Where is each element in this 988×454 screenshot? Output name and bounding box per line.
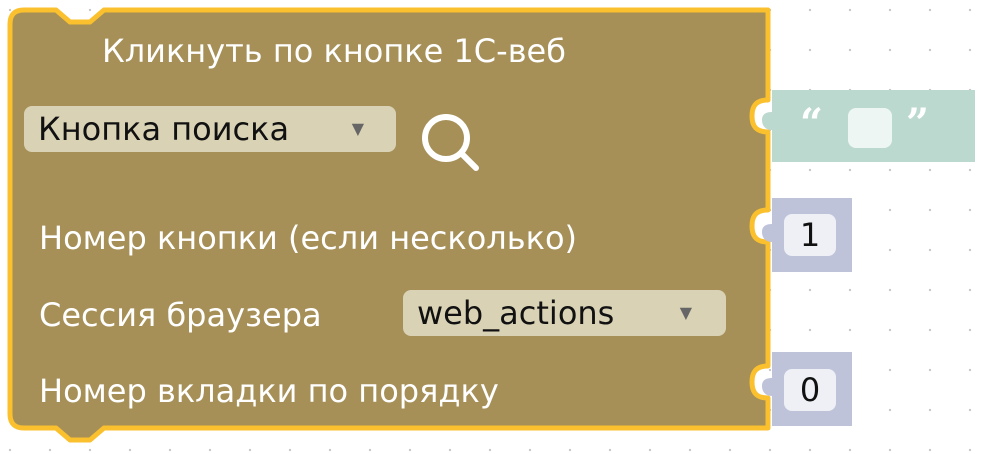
button-number-label: Номер кнопки (если несколько) (39, 219, 577, 257)
workspace-canvas[interactable]: “ ” 1 0 Кликнуть по кнопке 1С-веб Кнопка… (0, 0, 988, 454)
browser-session-label: Сессия браузера (39, 296, 322, 334)
block-title: Кликнуть по кнопке 1С-веб (102, 32, 566, 70)
button-type-dropdown[interactable]: Кнопка поиска ▼ (24, 106, 396, 152)
button-type-selected: Кнопка поиска (38, 110, 290, 148)
text-value-field[interactable] (848, 108, 892, 148)
browser-session-selected: web_actions (417, 294, 615, 332)
button-number-field[interactable]: 1 (784, 214, 836, 256)
browser-session-dropdown[interactable]: web_actions ▼ (403, 290, 726, 336)
tab-number-field[interactable]: 0 (784, 369, 836, 411)
open-quote-icon: “ (800, 100, 824, 147)
tab-number-label: Номер вкладки по порядку (39, 372, 499, 410)
dropdown-arrow-icon: ▼ (351, 119, 364, 138)
close-quote-icon: ” (906, 100, 930, 147)
search-icon (422, 114, 479, 171)
dropdown-arrow-icon: ▼ (679, 303, 692, 322)
